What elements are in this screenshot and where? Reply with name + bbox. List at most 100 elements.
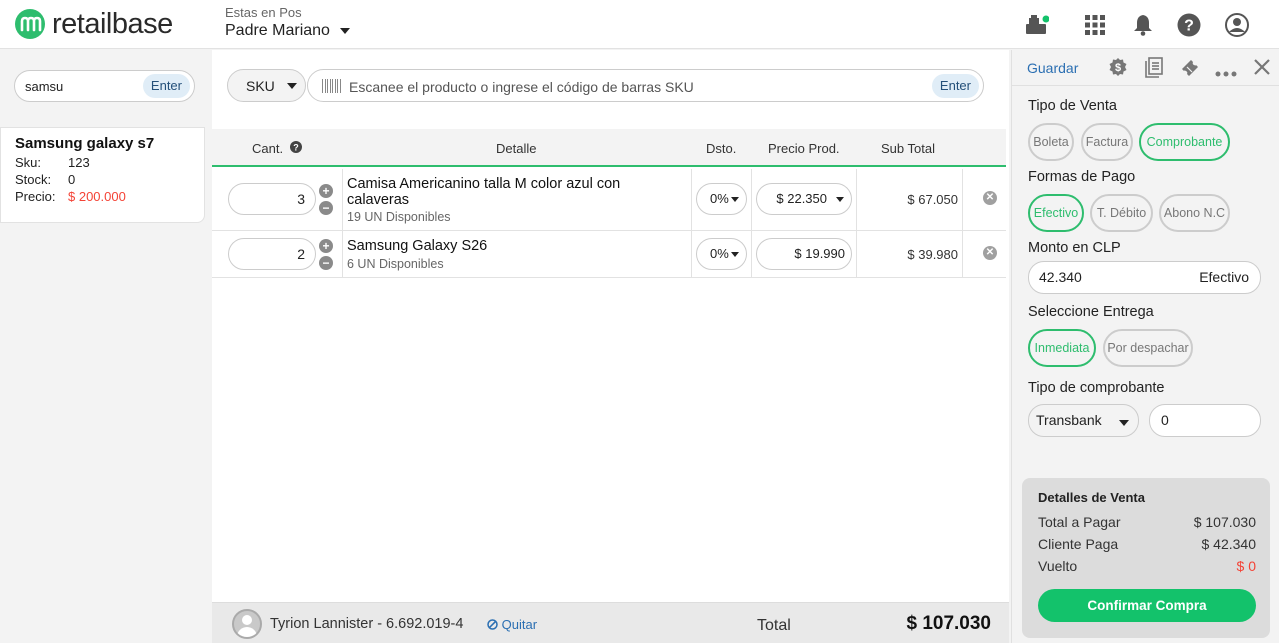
sale-type-factura[interactable]: Factura xyxy=(1081,123,1133,161)
product-search-box: Enter xyxy=(14,70,195,102)
sale-type-boleta[interactable]: Boleta xyxy=(1028,123,1074,161)
save-button[interactable]: Guardar xyxy=(1027,60,1078,76)
voucher-label: Tipo de comprobante xyxy=(1028,380,1165,396)
plus-icon[interactable]: + xyxy=(319,239,333,253)
result-stock: Stock: 0 xyxy=(15,172,190,187)
price-value: $ 22.350 xyxy=(776,191,827,206)
brand-name: retailbase xyxy=(52,7,173,40)
top-icons: ? xyxy=(1023,11,1251,39)
total-label: Total xyxy=(757,617,791,634)
discount-select[interactable]: 0% xyxy=(696,183,747,215)
cart-table-header: Cant. ? Detalle Dsto. Precio Prod. Sub T… xyxy=(212,129,1006,167)
cart-panel: SKU Escanee el producto o ingrese el cód… xyxy=(212,50,1009,643)
product-stock: 6 UN Disponibles xyxy=(347,257,444,271)
product-search-panel: Enter Samsung galaxy s7 Sku: 123 Stock: 0 … xyxy=(0,50,210,643)
chevron-down-icon xyxy=(731,252,739,257)
barcode-scan-placeholder: Escanee el producto o ingrese el código … xyxy=(349,79,694,95)
voucher-number-input[interactable]: 0 xyxy=(1149,404,1261,437)
search-enter-button[interactable]: Enter xyxy=(142,74,190,98)
amount-field[interactable]: 42.340 Efectivo xyxy=(1028,261,1261,294)
logo[interactable]: retailbase xyxy=(14,8,173,40)
voucher-type-select[interactable]: Transbank xyxy=(1028,404,1139,437)
store-label: Estas en Pos xyxy=(225,5,302,20)
chevron-down-icon xyxy=(836,197,844,202)
minus-icon[interactable]: − xyxy=(319,201,333,215)
svg-text:?: ? xyxy=(293,143,299,153)
barcode-icon xyxy=(322,79,342,93)
dollar-icon[interactable]: $ xyxy=(1108,57,1128,80)
delivery-inmediata[interactable]: Inmediata xyxy=(1028,329,1096,367)
quantity-input[interactable]: 2 xyxy=(228,238,316,270)
price-input[interactable]: $ 19.990 xyxy=(756,238,852,270)
price-label: Precio: xyxy=(15,189,56,204)
search-type-select[interactable]: SKU xyxy=(227,69,306,102)
retailbase-logo-icon xyxy=(14,8,48,40)
client-pays-value: $ 42.340 xyxy=(1201,536,1257,552)
stock-label: Stock: xyxy=(15,172,52,187)
delivery-label: Seleccione Entrega xyxy=(1028,304,1154,320)
col-detail: Detalle xyxy=(496,141,537,156)
delivery-por-despachar[interactable]: Por despachar xyxy=(1103,329,1193,367)
col-discount: Dsto. xyxy=(706,141,737,156)
confirm-purchase-button[interactable]: Confirmar Compra xyxy=(1038,589,1256,622)
search-type-value: SKU xyxy=(246,77,275,94)
cart-footer: Tyrion Lannister - 6.692.019-4 Quitar To… xyxy=(212,602,1009,643)
customer-name: Tyrion Lannister - 6.692.019-4 xyxy=(270,616,464,632)
change-value: $ 0 xyxy=(1236,558,1256,574)
voucher-number-value: 0 xyxy=(1161,412,1169,428)
remove-item-icon[interactable]: ✕ xyxy=(983,246,997,260)
barcode-scan-field[interactable]: Escanee el producto o ingrese el código … xyxy=(307,69,984,102)
receipt-icon[interactable] xyxy=(1145,57,1163,81)
help-icon[interactable]: ? xyxy=(1175,11,1203,39)
avatar xyxy=(232,609,262,639)
search-result-card[interactable]: Samsung galaxy s7 Sku: 123 Stock: 0 Precio… xyxy=(0,127,205,223)
amount-label: Monto en CLP xyxy=(1028,240,1121,256)
price-select[interactable]: $ 22.350 xyxy=(756,183,852,215)
sale-summary: Detalles de Venta Total a Pagar $ 107.030… xyxy=(1022,478,1270,638)
table-row: 3 + − Camisa Americanino talla M color a… xyxy=(212,169,1006,231)
discount-value: 0% xyxy=(710,191,729,206)
sku-value: 123 xyxy=(68,155,90,170)
voucher-type-value: Transbank xyxy=(1036,412,1102,428)
product-search-input[interactable] xyxy=(25,79,135,94)
scan-enter-button[interactable]: Enter xyxy=(931,74,979,98)
payment-efectivo[interactable]: Efectivo xyxy=(1028,194,1084,232)
stock-value: 0 xyxy=(68,172,76,187)
checkout-panel: Guardar $ Tipo de Venta Boleta Factura C… xyxy=(1011,50,1279,643)
payment-label: Formas de Pago xyxy=(1028,169,1136,185)
checkout-toolbar: Guardar $ xyxy=(1012,50,1279,86)
change-label: Vuelto xyxy=(1038,558,1078,574)
subtotal: $ 39.980 xyxy=(907,247,958,262)
chevron-down-icon xyxy=(731,197,739,202)
col-price: Precio Prod. xyxy=(768,141,840,156)
payment-debito[interactable]: T. Débito xyxy=(1090,194,1153,232)
user-icon[interactable] xyxy=(1223,11,1251,39)
summary-title: Detalles de Venta xyxy=(1038,490,1145,505)
store-selector[interactable]: Estas en Pos Padre Mariano xyxy=(225,5,350,40)
chevron-down-icon xyxy=(1119,420,1129,426)
amount-value: 42.340 xyxy=(1039,269,1082,285)
more-icon[interactable] xyxy=(1215,64,1237,80)
close-icon[interactable] xyxy=(1253,58,1271,79)
cash-register-icon[interactable] xyxy=(1023,11,1051,39)
client-pays-label: Cliente Paga xyxy=(1038,536,1119,552)
remove-item-icon[interactable]: ✕ xyxy=(983,191,997,205)
quantity-input[interactable]: 3 xyxy=(228,183,316,215)
minus-icon[interactable]: − xyxy=(319,256,333,270)
to-pay-label: Total a Pagar xyxy=(1038,514,1121,530)
plus-icon[interactable]: + xyxy=(319,184,333,198)
bell-icon[interactable] xyxy=(1129,11,1157,39)
product-stock: 19 UN Disponibles xyxy=(347,210,451,224)
sku-label: Sku: xyxy=(15,155,42,170)
svg-text:?: ? xyxy=(1184,18,1194,35)
ticket-icon[interactable] xyxy=(1179,57,1201,81)
payment-abono[interactable]: Abono N.C xyxy=(1159,194,1230,232)
help-icon[interactable]: ? xyxy=(290,141,302,156)
result-title: Samsung galaxy s7 xyxy=(15,135,155,152)
col-subtotal: Sub Total xyxy=(881,141,935,156)
apps-grid-icon[interactable] xyxy=(1081,11,1109,39)
discount-select[interactable]: 0% xyxy=(696,238,747,270)
remove-customer-link[interactable]: Quitar xyxy=(487,617,537,632)
sale-type-comprobante[interactable]: Comprobante xyxy=(1139,123,1230,161)
result-sku: Sku: 123 xyxy=(15,155,190,170)
